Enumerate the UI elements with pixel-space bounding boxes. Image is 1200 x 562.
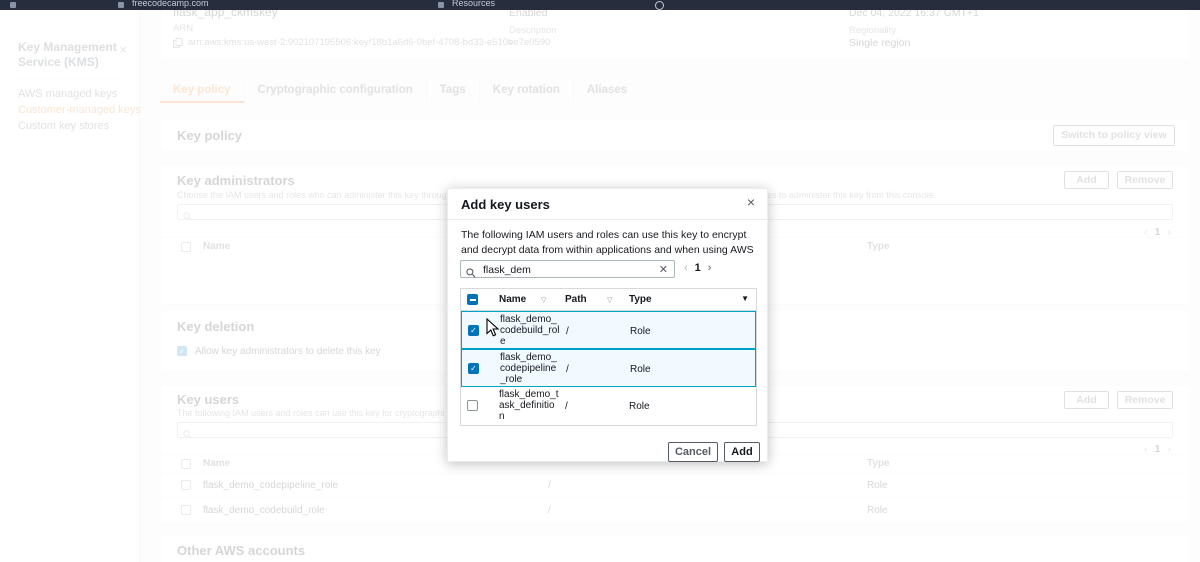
- mouse-cursor: [486, 318, 500, 343]
- modal-col-type[interactable]: Type: [629, 294, 652, 305]
- clear-search-icon[interactable]: ✕: [659, 263, 668, 276]
- row-checkbox[interactable]: ✓: [468, 325, 479, 336]
- modal-title: Add key users: [461, 197, 550, 212]
- next-page-icon[interactable]: ›: [708, 262, 712, 274]
- modal-search-value: flask_dem: [483, 264, 531, 276]
- table-row[interactable]: flask_demo_task_definition / Role: [461, 387, 756, 425]
- row-checkbox[interactable]: ✓: [468, 363, 479, 374]
- modal-select-all-checkbox[interactable]: [467, 294, 478, 305]
- browser-profile-icon[interactable]: [655, 1, 664, 10]
- sort-icon[interactable]: ▽: [607, 296, 612, 304]
- prev-page-icon[interactable]: ‹: [684, 262, 688, 274]
- browser-menu-icon[interactable]: [10, 2, 16, 8]
- row-type: Role: [629, 401, 650, 412]
- modal-col-path[interactable]: Path: [565, 294, 587, 305]
- cancel-button[interactable]: Cancel: [668, 442, 718, 462]
- row-name: flask_demo_codepipeline_role: [500, 352, 560, 385]
- page-number[interactable]: 1: [695, 262, 701, 274]
- screen: freecodecamp.com Resources Key Managemen…: [0, 0, 1200, 562]
- row-path: /: [566, 326, 569, 337]
- row-path: /: [565, 401, 568, 412]
- modal-search-input[interactable]: flask_dem ✕: [460, 260, 675, 278]
- check-icon: ✓: [470, 364, 477, 373]
- tab-favicon: [438, 2, 444, 8]
- check-icon: ✓: [470, 326, 477, 335]
- row-type: Role: [630, 364, 651, 375]
- modal-pagination: ‹ 1 ›: [684, 262, 711, 274]
- row-path: /: [566, 364, 569, 375]
- search-icon: [466, 265, 476, 283]
- sort-icon[interactable]: ▽: [541, 296, 546, 304]
- row-name: flask_demo_codebuild_role: [500, 314, 560, 347]
- modal-table-header: Name ▽ Path ▽ Type ▼: [461, 289, 756, 311]
- table-row[interactable]: ✓ flask_demo_codebuild_role / Role: [461, 311, 756, 349]
- row-type: Role: [630, 326, 651, 337]
- modal-col-name[interactable]: Name: [499, 294, 526, 305]
- divider: [448, 219, 767, 220]
- table-row[interactable]: ✓ flask_demo_codepipeline_role / Role: [461, 349, 756, 387]
- row-checkbox[interactable]: [467, 400, 478, 411]
- filter-icon[interactable]: ▼: [741, 294, 749, 303]
- browser-tab-bar: freecodecamp.com Resources: [0, 0, 1200, 10]
- browser-tab-site[interactable]: freecodecamp.com: [132, 0, 209, 8]
- browser-tab-resources[interactable]: Resources: [452, 0, 495, 8]
- add-button[interactable]: Add: [724, 442, 760, 462]
- tab-favicon: [118, 2, 124, 8]
- row-name: flask_demo_task_definition: [499, 389, 559, 422]
- modal-close-icon[interactable]: ×: [747, 194, 755, 210]
- modal-table: Name ▽ Path ▽ Type ▼ ✓ flask_demo_codebu…: [460, 288, 757, 426]
